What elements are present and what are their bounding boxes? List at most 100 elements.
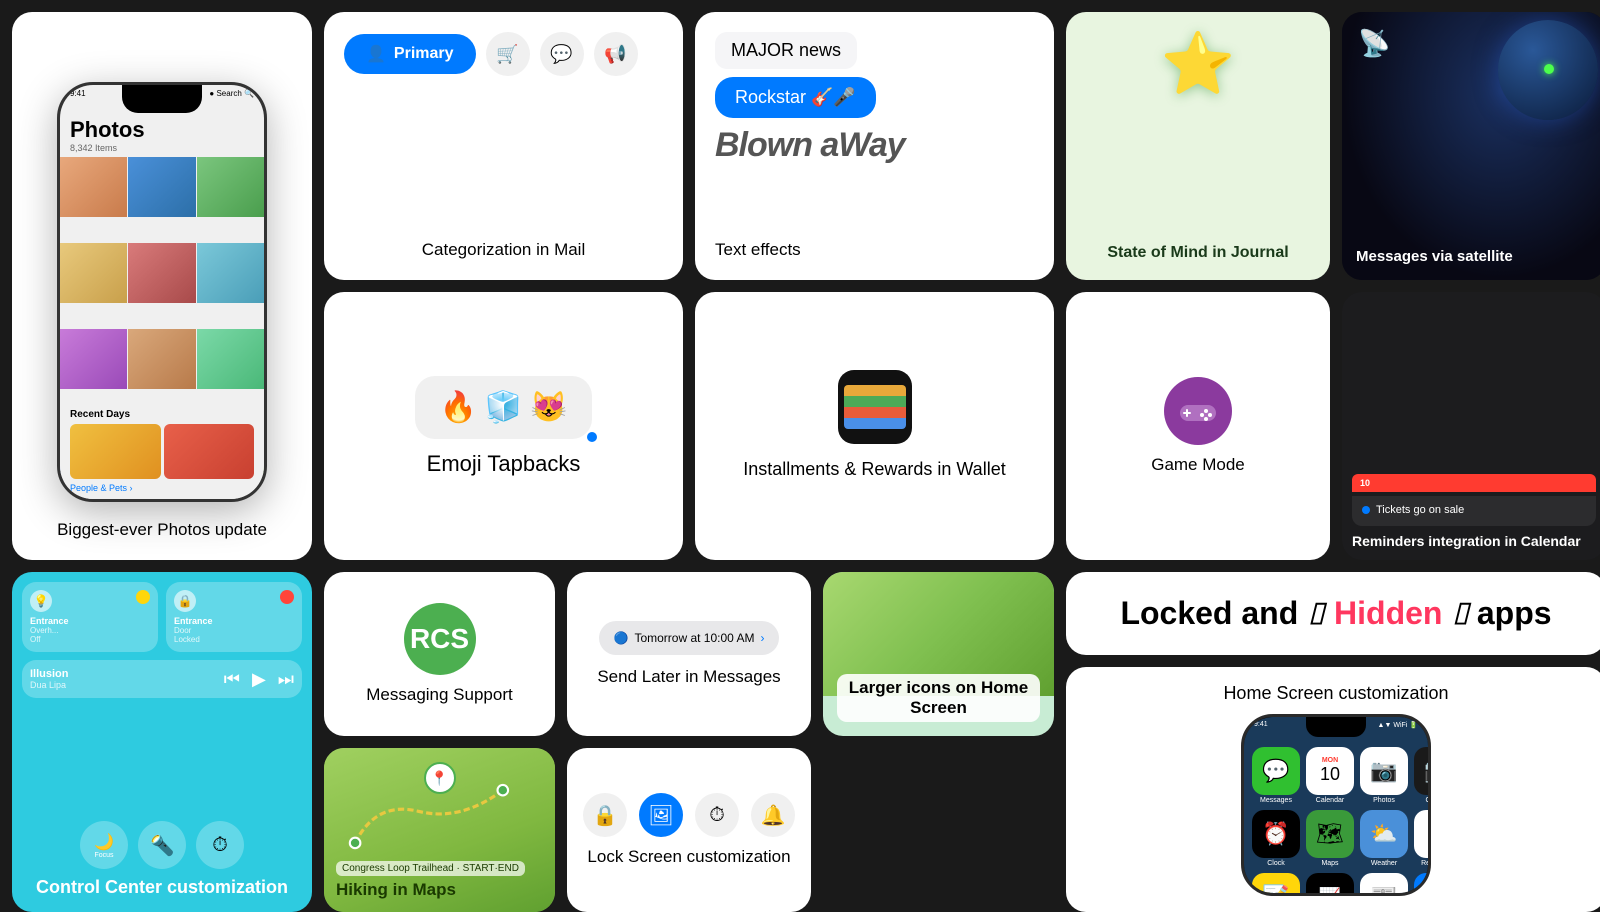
larger-icons-card: Larger icons on Home Screen — [823, 572, 1054, 736]
hiking-card: 📍 Congress Loop Trailhead · START·END Hi… — [324, 748, 555, 912]
primary-btn2[interactable]: 👤Primary — [344, 34, 476, 74]
app-appstore[interactable]: 🅰 App Store — [1414, 873, 1431, 896]
larger-icons-label: Larger icons on Home Screen — [837, 674, 1040, 722]
apps-text-part3: apps — [1477, 595, 1552, 631]
next-icon[interactable]: ⏭ — [278, 669, 294, 690]
app-camera[interactable]: 📸 Camera — [1414, 747, 1431, 804]
chat-btn2[interactable]: 💬 — [540, 32, 584, 76]
reminders-red-bar: 10 — [1352, 474, 1596, 492]
app-reminders[interactable]: 📋 Reminders — [1414, 810, 1431, 867]
app-calendar[interactable]: MON 10 Calendar — [1306, 747, 1354, 804]
play-icon[interactable]: ▶ — [252, 669, 266, 690]
send-later-card: 🔵 Tomorrow at 10:00 AM › Send Later in M… — [567, 572, 811, 736]
gamemode-label: Game Mode — [1151, 455, 1245, 475]
reminders-notification: Tickets go on sale — [1352, 496, 1596, 526]
journal-label: State of Mind in Journal — [1107, 243, 1288, 264]
journal-card: ⭐ State of Mind in Journal — [1066, 12, 1330, 280]
blown-away-text2: Blown aWay — [715, 126, 905, 165]
text-effects-label2: Text effects — [715, 240, 1034, 260]
reminders-date-num: 10 — [1360, 478, 1370, 488]
locked-apps-text: Locked and ⌷ Hidden ⌷ apps — [1120, 596, 1551, 631]
col2-row2-container: RCS Messaging Support 🔵 Tomorrow at 10:0… — [324, 572, 1054, 912]
cc-media-widget: Illusion Dua Lipa ⏮ ▶ ⏭ — [22, 660, 302, 698]
app-icons-grid: 💬 Messages MON 10 Calendar 📷 — [1252, 747, 1420, 896]
lock-icon-4: 🔔 — [751, 793, 795, 837]
lock-screen-card: 🔒 🖼 ⏱ 🔔 Lock Screen customization — [567, 748, 811, 912]
timer-widget[interactable]: ⏱ — [196, 821, 244, 869]
locked-text-part1: Locked and — [1120, 595, 1298, 631]
app-maps[interactable]: 🗺 Maps — [1306, 810, 1354, 867]
lightbulb-icon: 💡 — [30, 590, 52, 612]
lock-icon-2-active: 🖼 — [639, 793, 683, 837]
col3-row1-container: ⭐ State of Mind in Journal 📡 Messages vi… — [1066, 12, 1600, 560]
status-dot-red — [280, 590, 294, 604]
overh-label: Overh...Off — [30, 626, 150, 644]
satellite-label: Messages via satellite — [1356, 247, 1513, 267]
hidden-text: Hidden — [1334, 595, 1442, 631]
flashlight-widget[interactable]: 🔦 — [138, 821, 186, 869]
cc-grid: 💡 Entrance Overh...Off 🔒 Entrance DoorLo… — [22, 582, 302, 698]
photos-count: 8,342 Items — [70, 143, 254, 153]
app-news[interactable]: 📰 News — [1360, 873, 1408, 896]
cc-widget-entrance1: 💡 Entrance Overh...Off — [22, 582, 158, 652]
photos-title: Photos — [70, 117, 254, 143]
emoji-tapbacks-label2: Emoji Tapbacks — [427, 451, 581, 477]
emoji-card2: 🔥 🧊 😻 Emoji Tapbacks — [324, 292, 683, 560]
ticket-text: Tickets go on sale — [1376, 504, 1464, 516]
heart2: 😻 — [530, 390, 567, 425]
major-news-bubble2: MAJOR news — [715, 32, 857, 69]
recent-days-label: Recent Days — [70, 409, 254, 420]
cc-bottom-icons: 🌙 Focus 🔦 ⏱ — [80, 821, 244, 869]
media-artist: Dua Lipa — [30, 680, 69, 690]
arrow-icon: › — [761, 631, 765, 645]
satellite-icon: 📡 — [1358, 28, 1390, 59]
phone-statusbar2: 9:41 ▲▼ WiFi 🔋 — [1254, 721, 1418, 729]
status-dot — [1544, 64, 1554, 74]
gamemode-card: Game Mode — [1066, 292, 1330, 560]
entrance-label1: Entrance — [30, 616, 150, 626]
app-messages[interactable]: 💬 Messages — [1252, 747, 1300, 804]
clock-icon: 🔵 — [613, 631, 628, 645]
star-icon: ⭐ — [1161, 28, 1236, 99]
app-photos[interactable]: 📷 Photos — [1360, 747, 1408, 804]
col2-row1-container: 👤Primary 🛒 💬 📢 Categorization in Mail MA… — [324, 12, 1054, 560]
focus-widget[interactable]: 🌙 Focus — [80, 821, 128, 869]
col3-row2-container: Locked and ⌷ Hidden ⌷ apps Home Screen c… — [1066, 572, 1600, 912]
entrance-label2: Entrance — [174, 616, 294, 626]
photos-card: 9:41 ● Search 🔍 Photos 8,342 Items — [12, 12, 312, 560]
app-stocks[interactable]: 📈 Stocks — [1306, 873, 1354, 896]
cart-btn2[interactable]: 🛒 — [486, 32, 530, 76]
hiking-label: Hiking in Maps — [336, 880, 456, 900]
rcs-label: Messaging Support — [366, 685, 512, 705]
photos-bottom: Recent Days People & Pets › — [60, 403, 264, 499]
gamepad-svg — [1178, 397, 1218, 425]
door-label: DoorLocked — [174, 626, 294, 644]
cc-label: Control Center customization — [36, 877, 288, 898]
photos-update-label: Biggest-ever Photos update — [57, 512, 267, 540]
hiking-pin: 📍 — [424, 762, 456, 794]
gamepad-icon — [1164, 377, 1232, 445]
send-later-bubble: 🔵 Tomorrow at 10:00 AM › — [599, 621, 778, 655]
broadcast-btn2[interactable]: 📢 — [594, 32, 638, 76]
lock-icon-3: ⏱ — [695, 793, 739, 837]
lock-screen-label: Lock Screen customization — [587, 847, 790, 867]
cursor-bracket-open: ⌷ — [1307, 598, 1325, 631]
status-dot-yellow — [136, 590, 150, 604]
emoji-bubble2: 🔥 🧊 😻 — [415, 376, 591, 439]
homescreen-label: Home Screen customization — [1223, 683, 1448, 704]
mail-card2: 👤Primary 🛒 💬 📢 Categorization in Mail — [324, 12, 683, 280]
reminders-card: 10 Tickets go on sale Reminders integrat… — [1342, 292, 1600, 560]
app-clock[interactable]: ⏰ Clock — [1252, 810, 1300, 867]
app-weather[interactable]: ⛅ Weather — [1360, 810, 1408, 867]
lock-screen-icons-row: 🔒 🖼 ⏱ 🔔 — [583, 793, 795, 837]
lock-icon-1: 🔒 — [583, 793, 627, 837]
people-pets-label[interactable]: People & Pets › — [70, 483, 254, 493]
wallet-label2: Installments & Rewards in Wallet — [743, 458, 1005, 481]
app-notes[interactable]: 📝 Notes — [1252, 873, 1300, 896]
send-later-label: Send Later in Messages — [597, 667, 780, 687]
prev-icon[interactable]: ⏮ — [224, 669, 240, 690]
cursor-bracket-close: ⌷ — [1451, 598, 1477, 631]
phone-mockup: 9:41 ● Search 🔍 Photos 8,342 Items — [57, 82, 267, 502]
rcs-card: RCS Messaging Support — [324, 572, 555, 736]
ice2: 🧊 — [485, 390, 522, 425]
